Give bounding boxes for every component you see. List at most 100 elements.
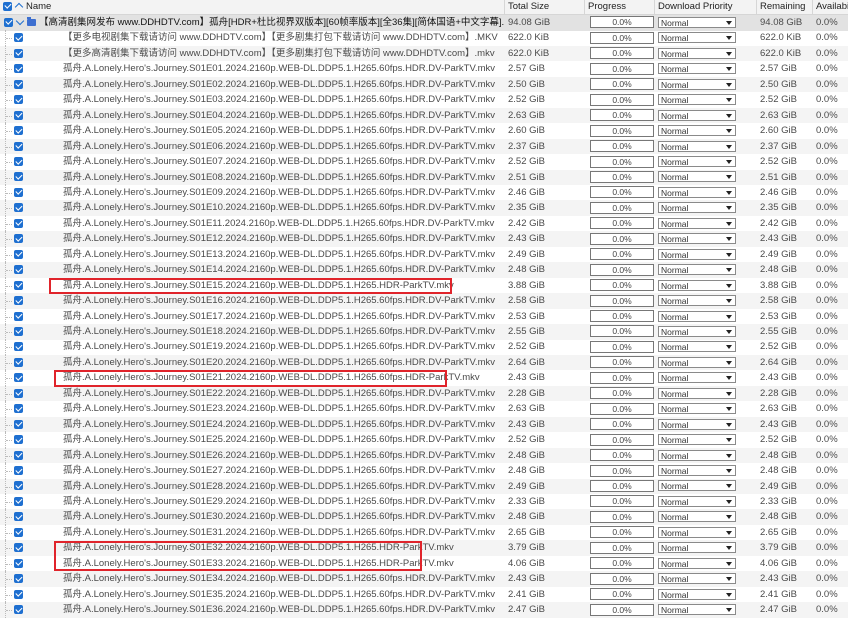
file-row[interactable]: 孤舟.A.Lonely.Hero's.Journey.S01E14.2024.2… (0, 262, 848, 278)
priority-dropdown[interactable]: Normal (658, 449, 736, 461)
file-row[interactable]: 孤舟.A.Lonely.Hero's.Journey.S01E20.2024.2… (0, 354, 848, 371)
checkbox-icon[interactable] (14, 404, 23, 414)
checkbox-icon[interactable] (14, 311, 23, 321)
priority-dropdown[interactable]: Normal (658, 16, 736, 28)
checkbox-icon[interactable] (14, 141, 23, 151)
column-availability-header[interactable]: Availabi (813, 0, 848, 14)
checkbox-icon[interactable] (14, 589, 23, 599)
priority-dropdown[interactable]: Normal (658, 78, 736, 90)
priority-dropdown[interactable]: Normal (658, 264, 736, 276)
priority-dropdown[interactable]: Normal (658, 403, 736, 415)
priority-dropdown[interactable]: Normal (658, 109, 736, 121)
file-row[interactable]: 孤舟.A.Lonely.Hero's.Journey.S01E24.2024.2… (0, 416, 848, 433)
priority-dropdown[interactable]: Normal (658, 526, 736, 538)
checkbox-icon[interactable] (14, 126, 23, 136)
checkbox-icon[interactable] (14, 558, 23, 568)
priority-dropdown[interactable]: Normal (658, 63, 736, 75)
checkbox-icon[interactable] (14, 110, 23, 120)
checkbox-icon[interactable] (14, 574, 23, 584)
file-row[interactable]: 孤舟.A.Lonely.Hero's.Journey.S01E12.2024.2… (0, 231, 848, 247)
file-row[interactable]: 孤舟.A.Lonely.Hero's.Journey.S01E01.2024.2… (0, 61, 848, 77)
checkbox-icon[interactable] (14, 388, 23, 398)
priority-dropdown[interactable]: Normal (658, 604, 736, 616)
priority-dropdown[interactable]: Normal (658, 310, 736, 322)
file-row[interactable]: 孤舟.A.Lonely.Hero's.Journey.S01E36.2024.2… (0, 602, 848, 618)
file-row[interactable]: 孤舟.A.Lonely.Hero's.Journey.S01E26.2024.2… (0, 447, 848, 464)
priority-dropdown[interactable]: Normal (658, 295, 736, 307)
checkbox-icon[interactable] (14, 357, 23, 367)
checkbox-icon[interactable] (14, 234, 23, 244)
checkbox-icon[interactable] (14, 280, 23, 290)
file-row[interactable]: 孤舟.A.Lonely.Hero's.Journey.S01E10.2024.2… (0, 200, 848, 216)
checkbox-icon[interactable] (14, 373, 23, 383)
checkbox-icon[interactable] (14, 496, 23, 506)
priority-dropdown[interactable]: Normal (658, 511, 736, 523)
select-all-checkbox[interactable] (3, 1, 12, 11)
file-row[interactable]: 孤舟.A.Lonely.Hero's.Journey.S01E05.2024.2… (0, 123, 848, 139)
column-name-header[interactable]: Name (0, 0, 505, 14)
checkbox-icon[interactable] (14, 218, 23, 228)
file-row[interactable]: 孤舟.A.Lonely.Hero's.Journey.S01E28.2024.2… (0, 478, 848, 494)
file-row[interactable]: 孤舟.A.Lonely.Hero's.Journey.S01E02.2024.2… (0, 76, 848, 93)
checkbox-icon[interactable] (14, 265, 23, 275)
checkbox-icon[interactable] (14, 419, 23, 429)
file-row[interactable]: 孤舟.A.Lonely.Hero's.Journey.S01E13.2024.2… (0, 246, 848, 263)
priority-dropdown[interactable]: Normal (658, 387, 736, 399)
priority-dropdown[interactable]: Normal (658, 279, 736, 291)
file-row[interactable]: 孤舟.A.Lonely.Hero's.Journey.S01E03.2024.2… (0, 92, 848, 108)
file-row[interactable]: 孤舟.A.Lonely.Hero's.Journey.S01E18.2024.2… (0, 324, 848, 340)
file-row[interactable]: 孤舟.A.Lonely.Hero's.Journey.S01E34.2024.2… (0, 571, 848, 587)
checkbox-icon[interactable] (14, 527, 23, 537)
priority-dropdown[interactable]: Normal (658, 140, 736, 152)
column-progress-header[interactable]: Progress (585, 0, 655, 14)
priority-dropdown[interactable]: Normal (658, 233, 736, 245)
priority-dropdown[interactable]: Normal (658, 32, 736, 44)
file-row[interactable]: 孤舟.A.Lonely.Hero's.Journey.S01E11.2024.2… (0, 215, 848, 232)
priority-dropdown[interactable]: Normal (658, 341, 736, 353)
priority-dropdown[interactable]: Normal (658, 557, 736, 569)
priority-dropdown[interactable]: Normal (658, 573, 736, 585)
priority-dropdown[interactable]: Normal (658, 434, 736, 446)
checkbox-icon[interactable] (14, 249, 23, 259)
priority-dropdown[interactable]: Normal (658, 248, 736, 260)
checkbox-icon[interactable] (14, 95, 23, 105)
file-row[interactable]: 孤舟.A.Lonely.Hero's.Journey.S01E22.2024.2… (0, 385, 848, 402)
priority-dropdown[interactable]: Normal (658, 480, 736, 492)
checkbox-icon[interactable] (14, 64, 23, 74)
checkbox-icon[interactable] (14, 33, 23, 43)
file-row[interactable]: 孤舟.A.Lonely.Hero's.Journey.S01E07.2024.2… (0, 154, 848, 170)
file-row[interactable]: 孤舟.A.Lonely.Hero's.Journey.S01E09.2024.2… (0, 184, 848, 201)
checkbox-icon[interactable] (14, 48, 23, 58)
file-row[interactable]: 孤舟.A.Lonely.Hero's.Journey.S01E29.2024.2… (0, 493, 848, 510)
priority-dropdown[interactable]: Normal (658, 171, 736, 183)
checkbox-icon[interactable] (14, 466, 23, 476)
checkbox-icon[interactable] (14, 481, 23, 491)
checkbox-icon[interactable] (14, 172, 23, 182)
priority-dropdown[interactable]: Normal (658, 372, 736, 384)
priority-dropdown[interactable]: Normal (658, 542, 736, 554)
priority-dropdown[interactable]: Normal (658, 465, 736, 477)
column-remaining-header[interactable]: Remaining (757, 0, 813, 14)
file-row[interactable]: 孤舟.A.Lonely.Hero's.Journey.S01E19.2024.2… (0, 339, 848, 355)
checkbox-icon[interactable] (14, 296, 23, 306)
file-row[interactable]: 孤舟.A.Lonely.Hero's.Journey.S01E30.2024.2… (0, 509, 848, 525)
checkbox-icon[interactable] (4, 17, 13, 27)
priority-dropdown[interactable]: Normal (658, 325, 736, 337)
checkbox-icon[interactable] (14, 543, 23, 553)
column-priority-header[interactable]: Download Priority (655, 0, 757, 14)
file-row[interactable]: 孤舟.A.Lonely.Hero's.Journey.S01E16.2024.2… (0, 293, 848, 309)
file-row[interactable]: 孤舟.A.Lonely.Hero's.Journey.S01E17.2024.2… (0, 308, 848, 325)
checkbox-icon[interactable] (14, 79, 23, 89)
checkbox-icon[interactable] (14, 203, 23, 213)
checkbox-icon[interactable] (14, 157, 23, 167)
priority-dropdown[interactable]: Normal (658, 588, 736, 600)
file-row[interactable]: 孤舟.A.Lonely.Hero's.Journey.S01E27.2024.2… (0, 463, 848, 479)
priority-dropdown[interactable]: Normal (658, 356, 736, 368)
file-row[interactable]: 孤舟.A.Lonely.Hero's.Journey.S01E08.2024.2… (0, 169, 848, 185)
folder-row[interactable]: 【高清剧集网发布 www.DDHDTV.com】孤舟[HDR+杜比视界双版本][… (0, 15, 848, 31)
checkbox-icon[interactable] (14, 435, 23, 445)
priority-dropdown[interactable]: Normal (658, 217, 736, 229)
file-row[interactable]: 孤舟.A.Lonely.Hero's.Journey.S01E35.2024.2… (0, 586, 848, 603)
file-row[interactable]: 孤舟.A.Lonely.Hero's.Journey.S01E31.2024.2… (0, 524, 848, 541)
checkbox-icon[interactable] (14, 450, 23, 460)
